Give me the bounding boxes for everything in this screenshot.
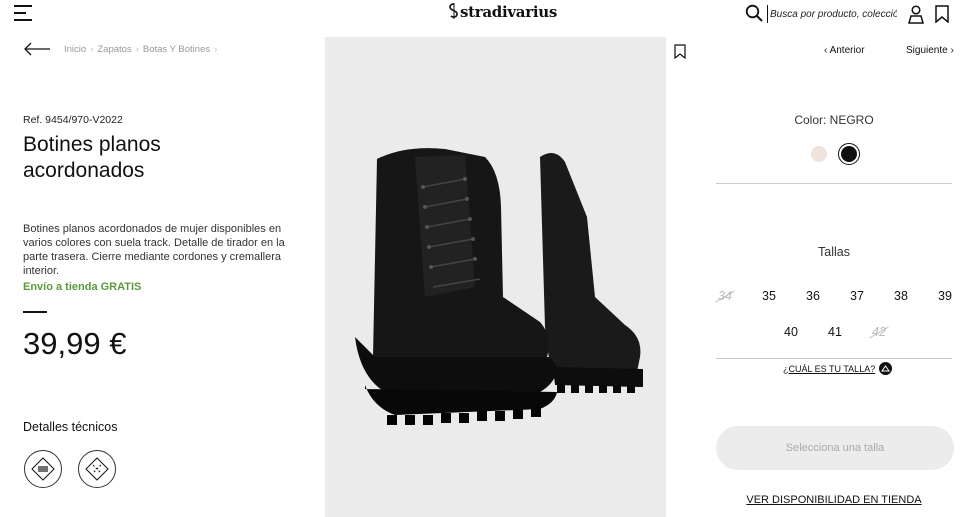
size-guide-link[interactable]: ¿CUÁL ES TU TALLA? — [783, 362, 893, 375]
breadcrumb: Inicio › Zapatos › Botas Y Botines › — [64, 44, 217, 55]
logo[interactable]: stradivarius — [448, 3, 557, 21]
product-description: Botines planos acordonados de mujer disp… — [23, 223, 285, 277]
breadcrumb-zapatos[interactable]: Zapatos — [97, 44, 131, 55]
ruler-icon — [879, 362, 893, 375]
divider — [716, 358, 952, 359]
size-36[interactable]: 36 — [801, 289, 825, 303]
size-42[interactable]: 42 — [867, 325, 891, 339]
next-label: Siguiente — [906, 45, 948, 56]
user-icon[interactable] — [907, 4, 925, 24]
breadcrumb-inicio[interactable]: Inicio — [64, 44, 86, 55]
boots-image — [355, 148, 643, 425]
store-availability-link[interactable]: VER DISPONIBILIDAD EN TIENDA — [716, 494, 952, 506]
color-swatch-beige[interactable] — [811, 146, 827, 162]
size-40[interactable]: 40 — [779, 325, 803, 339]
color-label: Color: NEGRO — [794, 113, 874, 127]
sizes-label: Tallas — [818, 245, 850, 259]
divider — [716, 183, 952, 184]
menu-icon[interactable] — [14, 5, 32, 23]
product-image[interactable] — [325, 37, 666, 517]
breadcrumb-separator: › — [214, 44, 218, 55]
tech-details-title: Detalles técnicos — [23, 420, 118, 434]
size-35[interactable]: 35 — [757, 289, 781, 303]
header: stradivarius — [0, 0, 962, 30]
wishlist-icon[interactable] — [934, 5, 950, 23]
sole-feature-icon[interactable] — [24, 450, 62, 488]
flexibility-feature-icon[interactable] — [78, 450, 116, 488]
size-34[interactable]: 34 — [713, 289, 737, 303]
size-39[interactable]: 39 — [933, 289, 957, 303]
swatch-fill — [841, 146, 857, 162]
prev-product-link[interactable]: ‹ Anterior — [824, 45, 865, 56]
color-swatch-black[interactable] — [838, 143, 860, 165]
size-37[interactable]: 37 — [845, 289, 869, 303]
breadcrumb-botas[interactable]: Botas Y Botines — [143, 44, 210, 55]
size-guide-label: ¿CUÁL ES TU TALLA? — [783, 363, 876, 374]
search-icon[interactable] — [745, 4, 763, 22]
next-product-link[interactable]: Siguiente › — [906, 45, 954, 56]
product-title: Botines planos acordonados — [23, 133, 161, 182]
price-divider — [23, 311, 47, 313]
logo-mark-icon — [449, 3, 458, 19]
product-ref: Ref. 9454/970-V2022 — [23, 114, 123, 126]
select-size-button[interactable]: Selecciona una talla — [716, 426, 954, 470]
logo-text: stradivarius — [460, 3, 557, 21]
back-arrow-icon[interactable] — [23, 42, 51, 56]
size-38[interactable]: 38 — [889, 289, 913, 303]
breadcrumb-separator: › — [135, 44, 139, 55]
shipping-info: Envío a tienda GRATIS — [23, 281, 142, 293]
size-41[interactable]: 41 — [823, 325, 847, 339]
search-input[interactable] — [767, 5, 897, 23]
bookmark-icon[interactable] — [674, 44, 686, 59]
product-price: 39,99 € — [23, 326, 127, 361]
breadcrumb-separator: › — [90, 44, 94, 55]
prev-label: Anterior — [829, 45, 865, 56]
